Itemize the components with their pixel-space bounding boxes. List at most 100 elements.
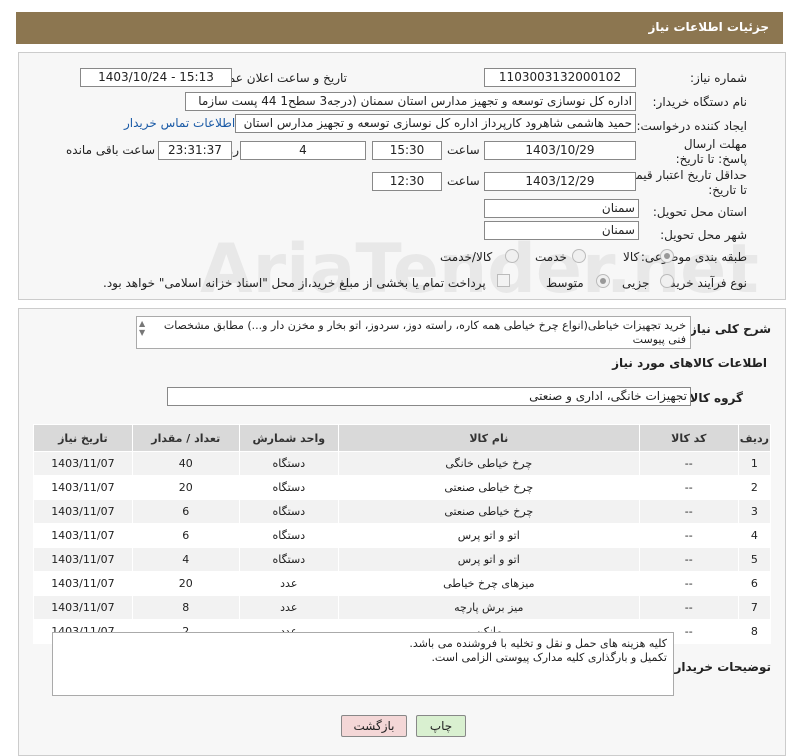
cell-quantity: 4 [131,547,240,572]
remaining-label: ساعت باقی مانده [66,143,156,157]
back-button[interactable]: بازگشت [341,715,407,737]
buyer-field: اداره کل نوسازی توسعه و تجهیز مدارس استا… [185,92,636,111]
process-option-medium: متوسط [546,276,584,290]
page-header: جزئیات اطلاعات نیاز [16,12,783,44]
cell-goods-code: -- [638,499,739,524]
col-row-number: ردیف [737,424,772,452]
cell-quantity: 8 [131,595,240,620]
cell-row-number: 1 [737,451,772,476]
cell-unit: دستگاه [238,523,339,548]
cell-need-date: 1403/11/07 [33,571,133,596]
col-goods-code: کد کالا [638,424,739,452]
contact-buyer-link[interactable]: اطلاعات تماس خریدار [124,116,235,130]
cell-goods-code: -- [638,475,739,500]
validity-time-label: ساعت [447,174,480,188]
process-label: نوع فرآیند خرید : [662,276,747,290]
category-label: طبقه بندی موضوعی: [640,250,747,264]
cell-goods-name: میز برش پارچه [337,595,640,620]
category-option-service: خدمت [535,250,567,264]
reply-time-label: ساعت [447,143,480,157]
province-label: استان محل تحویل: [652,205,747,219]
table-row: 6 -- میزهای چرخ خیاطی عدد 20 1403/11/07 [33,571,772,596]
description-text: خرید تجهیزات خیاطی(انواع چرخ خیاطی همه ک… [163,319,686,346]
reply-time-field: 15:30 [372,141,442,160]
days-field: 4 [240,141,366,160]
col-goods-name: نام کالا [337,424,640,452]
need-number-label: شماره نیاز: [690,71,747,85]
cell-row-number: 7 [737,595,772,620]
category-option-goods-service: کالا/خدمت [440,250,493,264]
col-unit: واحد شمارش [238,424,339,452]
cell-need-date: 1403/11/07 [33,499,133,524]
process-option-minor: جزیی [622,276,650,290]
cell-row-number: 3 [737,499,772,524]
cell-goods-name: اتو و اتو پرس [337,547,640,572]
treasury-payment-note: پرداخت تمام یا بخشی از مبلغ خرید،از محل … [103,276,486,290]
category-radio-goods-service[interactable] [505,249,519,263]
cell-row-number: 6 [737,571,772,596]
cell-row-number: 5 [737,547,772,572]
reply-deadline-label: مهلت ارسال پاسخ: تا تاریخ: [675,137,747,166]
cell-goods-code: -- [638,595,739,620]
cell-need-date: 1403/11/07 [33,451,133,476]
cell-need-date: 1403/11/07 [33,595,133,620]
cell-need-date: 1403/11/07 [33,523,133,548]
description-textarea[interactable]: خرید تجهیزات خیاطی(انواع چرخ خیاطی همه ک… [136,316,691,349]
cell-quantity: 6 [131,499,240,524]
process-radio-medium[interactable] [596,274,610,288]
goods-group-field: تجهیزات خانگی، اداری و صنعتی [167,387,691,406]
creator-field: حمید هاشمی شاهرود کارپرداز اداره کل نوسا… [235,114,636,133]
table-row: 2 -- چرخ خیاطی صنعتی دستگاه 20 1403/11/07 [33,475,772,500]
process-radio-minor[interactable] [660,274,674,288]
category-radio-service[interactable] [572,249,586,263]
goods-section-title: اطلاعات کالاهای مورد نیاز [612,356,767,370]
table-row: 7 -- میز برش پارچه عدد 8 1403/11/07 [33,595,772,620]
scroll-arrows-icon[interactable]: ▲ ▼ [139,319,145,337]
table-row: 4 -- اتو و اتو پرس دستگاه 6 1403/11/07 [33,523,772,548]
treasury-payment-checkbox[interactable] [497,274,510,287]
cell-quantity: 20 [131,475,240,500]
table-row: 5 -- اتو و اتو پرس دستگاه 4 1403/11/07 [33,547,772,572]
cell-quantity: 20 [131,571,240,596]
col-need-date: تاریخ نیاز [33,424,133,452]
cell-unit: دستگاه [238,475,339,500]
city-field: سمنان [484,221,639,240]
need-number-field: 1103003132000102 [484,68,636,87]
cell-row-number: 2 [737,475,772,500]
cell-goods-code: -- [638,571,739,596]
announce-field: 1403/10/24 - 15:13 [80,68,232,87]
category-radio-goods[interactable] [660,249,674,263]
buyer-notes-box: کلیه هزینه های حمل و نقل و تخلیه با فروش… [52,632,674,696]
page-title: جزئیات اطلاعات نیاز [648,20,769,34]
validity-date-field: 1403/12/29 [484,172,636,191]
buyer-notes-line-1: کلیه هزینه های حمل و نقل و تخلیه با فروش… [409,637,667,650]
cell-goods-code: -- [638,547,739,572]
cell-goods-name: چرخ خیاطی صنعتی [337,499,640,524]
print-button[interactable]: چاپ [416,715,466,737]
description-label: شرح کلی نیاز: [685,322,771,336]
cell-need-date: 1403/11/07 [33,547,133,572]
province-field: سمنان [484,199,639,218]
cell-unit: عدد [238,571,339,596]
cell-unit: عدد [238,595,339,620]
cell-quantity: 40 [131,451,240,476]
cell-need-date: 1403/11/07 [33,475,133,500]
goods-group-label: گروه کالا: [684,391,743,405]
city-label: شهر محل تحویل: [660,228,747,242]
cell-goods-name: اتو و اتو پرس [337,523,640,548]
cell-quantity: 6 [131,523,240,548]
cell-goods-name: چرخ خیاطی خانگی [337,451,640,476]
goods-table: ردیف کد کالا نام کالا واحد شمارش تعداد /… [33,424,772,644]
cell-row-number: 4 [737,523,772,548]
buyer-notes-line-2: تکمیل و بارگذاری کلیه مدارک پیوستی الزام… [431,651,667,664]
validity-time-field: 12:30 [372,172,442,191]
table-header-row: ردیف کد کالا نام کالا واحد شمارش تعداد /… [33,424,772,452]
cell-row-number: 8 [737,619,772,644]
validity-label: حداقل تاریخ اعتبار قیمت: تا تاریخ: [620,168,747,197]
cell-unit: دستگاه [238,451,339,476]
buyer-label: نام دستگاه خریدار: [652,95,748,109]
cell-unit: دستگاه [238,547,339,572]
cell-goods-name: چرخ خیاطی صنعتی [337,475,640,500]
table-row: 1 -- چرخ خیاطی خانگی دستگاه 40 1403/11/07 [33,451,772,476]
table-row: 3 -- چرخ خیاطی صنعتی دستگاه 6 1403/11/07 [33,499,772,524]
